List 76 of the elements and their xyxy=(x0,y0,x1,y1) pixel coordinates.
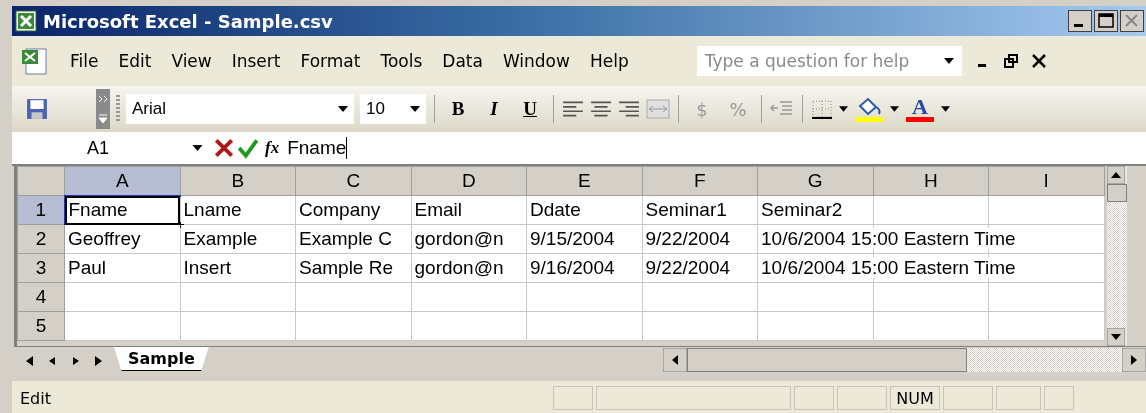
dropdown-icon[interactable] xyxy=(941,106,950,112)
dropdown-icon[interactable] xyxy=(890,106,899,112)
column-header[interactable]: H xyxy=(873,166,989,196)
column-header[interactable]: G xyxy=(757,166,873,196)
cancel-icon[interactable] xyxy=(213,137,235,159)
font-size-dropdown[interactable]: 10 xyxy=(360,94,426,124)
bold-button[interactable]: B xyxy=(443,98,473,120)
table-cell: 10/6/2004 15:00 Eastern Time xyxy=(761,228,1016,249)
toolbar-options-icon[interactable] xyxy=(96,89,110,129)
row-header[interactable]: 4 xyxy=(17,282,65,312)
font-color-button[interactable]: A xyxy=(905,96,935,122)
menu-item[interactable]: View xyxy=(161,49,222,73)
window-title: Microsoft Excel - Sample.csv xyxy=(43,10,333,32)
dropdown-icon xyxy=(410,106,420,112)
column-header[interactable]: D xyxy=(411,166,527,196)
status-panel xyxy=(996,386,1041,410)
dropdown-icon xyxy=(943,58,954,64)
status-panel xyxy=(943,386,993,410)
italic-button[interactable]: I xyxy=(479,98,509,120)
column-header[interactable]: A xyxy=(64,166,180,196)
close-icon[interactable] xyxy=(1031,54,1046,68)
toolbar-grip-icon[interactable] xyxy=(116,95,120,123)
maximize-icon[interactable] xyxy=(1094,10,1118,32)
row-header[interactable]: 1 xyxy=(17,195,65,225)
column-header[interactable]: C xyxy=(295,166,411,196)
scroll-left-icon[interactable] xyxy=(662,348,687,372)
horizontal-scrollbar[interactable] xyxy=(662,347,1146,373)
scroll-down-icon[interactable] xyxy=(1106,328,1125,346)
scroll-up-icon[interactable] xyxy=(1106,166,1125,184)
menu-item[interactable]: Format xyxy=(290,49,371,73)
scroll-thumb[interactable] xyxy=(1106,184,1127,202)
menu-item[interactable]: Data xyxy=(432,49,493,73)
menu-item[interactable]: Help xyxy=(579,49,639,73)
align-left-icon[interactable] xyxy=(562,100,584,118)
status-text: Edit xyxy=(19,388,52,408)
fill-color-icon[interactable] xyxy=(854,96,884,122)
scroll-right-icon[interactable] xyxy=(1122,348,1146,372)
font-name-dropdown[interactable]: Arial xyxy=(126,94,354,124)
status-panel xyxy=(794,386,834,410)
column-header[interactable]: E xyxy=(526,166,642,196)
status-panel xyxy=(1044,386,1074,410)
menu-item[interactable]: Insert xyxy=(221,49,291,73)
formula-field[interactable]: Fname xyxy=(287,132,1146,164)
column-header[interactable]: F xyxy=(642,166,758,196)
status-panel xyxy=(837,386,887,410)
column-header[interactable]: B xyxy=(180,166,296,196)
status-panel xyxy=(553,386,593,410)
close-icon[interactable] xyxy=(1120,10,1144,32)
menu-item[interactable]: Window xyxy=(492,49,580,73)
vertical-scrollbar[interactable] xyxy=(1106,166,1127,346)
dropdown-icon[interactable] xyxy=(839,106,848,112)
workbook-icon[interactable] xyxy=(20,46,50,76)
table-cell: 10/6/2004 15:00 Eastern Time xyxy=(761,257,1016,278)
dropdown-icon xyxy=(338,106,348,112)
menu-item[interactable]: File xyxy=(60,49,109,73)
borders-icon[interactable] xyxy=(811,99,833,119)
menu-item[interactable]: Edit xyxy=(108,49,162,73)
align-right-icon[interactable] xyxy=(618,100,640,118)
help-search-field[interactable]: Type a question for help xyxy=(696,46,962,76)
minimize-icon[interactable] xyxy=(1068,10,1092,32)
align-center-icon[interactable] xyxy=(590,100,612,118)
insert-function-button[interactable]: fx xyxy=(265,138,280,158)
dropdown-icon[interactable] xyxy=(192,145,203,151)
restore-icon[interactable] xyxy=(1003,54,1018,68)
row-header[interactable]: 2 xyxy=(17,224,65,254)
row-header[interactable]: 3 xyxy=(17,253,65,283)
save-icon[interactable] xyxy=(26,98,48,120)
spreadsheet-app-icon xyxy=(15,10,37,32)
row-header[interactable]: 5 xyxy=(17,311,65,341)
column-header[interactable]: I xyxy=(988,166,1104,196)
checkmark-icon[interactable] xyxy=(237,137,259,159)
sheet-tab[interactable]: Sample xyxy=(114,347,209,371)
status-indicator: NUM xyxy=(890,386,940,410)
underline-button[interactable]: U xyxy=(515,98,545,120)
menu-item[interactable]: Tools xyxy=(370,49,433,73)
name-box[interactable]: A1 xyxy=(12,137,184,159)
